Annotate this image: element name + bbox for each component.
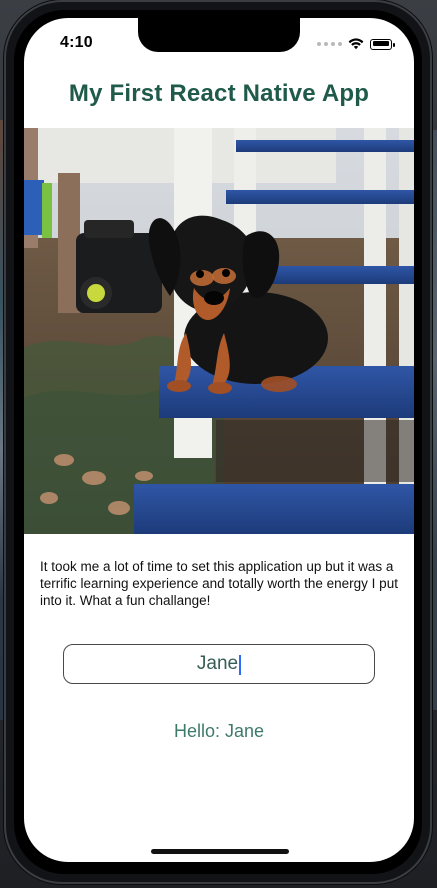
phone-notch bbox=[138, 18, 300, 52]
name-input[interactable]: Jane bbox=[63, 644, 375, 684]
app-screen: 4:10 My First React Native App It took m… bbox=[24, 18, 414, 862]
signal-dots-icon bbox=[317, 42, 342, 46]
description-text: It took me a lot of time to set this app… bbox=[40, 559, 398, 608]
app-title: My First React Native App bbox=[68, 80, 370, 107]
status-time: 4:10 bbox=[60, 34, 93, 51]
hero-image bbox=[24, 128, 414, 534]
text-caret bbox=[239, 655, 242, 675]
name-input-value: Jane bbox=[196, 653, 239, 674]
status-icons bbox=[317, 36, 395, 52]
wifi-icon bbox=[348, 38, 364, 50]
greeting-text: Hello: Jane bbox=[173, 721, 265, 741]
home-indicator[interactable] bbox=[151, 849, 289, 854]
battery-icon bbox=[370, 38, 395, 50]
puppy-on-steps-photo bbox=[24, 128, 414, 534]
